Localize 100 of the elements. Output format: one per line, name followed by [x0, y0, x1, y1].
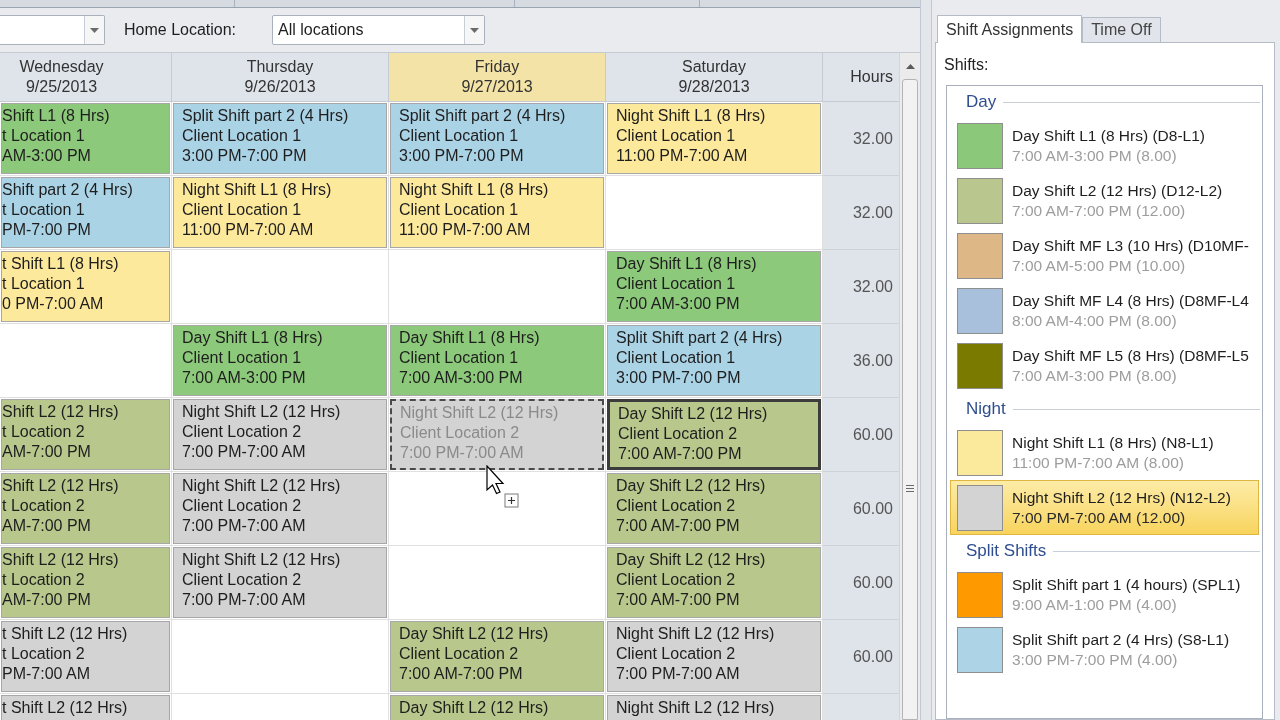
shift-block[interactable]: Split Shift part 2 (4 Hrs) Client Location 1 3:00 PM-7:00 PM — [390, 103, 604, 174]
shift-block[interactable]: t Shift L2 (12 Hrs) t Location 2 PM-7:00 AM — [1, 621, 170, 692]
shift-type-item[interactable]: Day Shift MF L4 (8 Hrs) (D8MF-L4 8:00 AM-4:00 PM (8.00) — [950, 283, 1259, 338]
shift-type-item[interactable]: Day Shift MF L3 (10 Hrs) (D10MF- 7:00 AM-5:00 PM (10.00) — [950, 228, 1259, 283]
shift-type-name: Day Shift MF L4 (8 Hrs) (D8MF-L4 — [1012, 290, 1249, 311]
shift-block[interactable]: Night Shift L1 (8 Hrs) Client Location 1 11:00 PM-7:00 AM — [607, 103, 821, 174]
shift-location: Client Location 2 — [618, 424, 738, 444]
shift-title: Shift L2 (12 Hrs) — [2, 476, 119, 496]
shift-block[interactable]: Night Shift L2 (12 Hrs) Client Location 2 7:00 PM-7:00 AM — [173, 399, 387, 470]
shift-block[interactable]: Day Shift L2 (12 Hrs) Client Location 2 7:00 AM-7:00 PM — [390, 621, 604, 692]
shift-title: Day Shift L1 (8 Hrs) — [616, 254, 757, 274]
shift-location: Client Location 1 — [399, 200, 519, 220]
shift-title: Day Shift L2 (12 Hrs) — [616, 550, 766, 570]
shift-type-item[interactable]: Night Shift L2 (12 Hrs) (N12-L2) 7:00 PM-7:00 AM (12.00) — [950, 480, 1259, 535]
shift-block[interactable]: Shift L2 (12 Hrs) t Location 2 AM-7:00 PM — [1, 547, 170, 618]
caret-icon — [90, 27, 99, 33]
shift-block[interactable]: Night Shift L2 (12 Hrs) Client Location 2 7:00 PM-7:00 AM — [607, 621, 821, 692]
shift-location: Client Location 1 — [182, 200, 302, 220]
shift-type-name: Split Shift part 2 (4 Hrs) (S8-L1) — [1012, 629, 1230, 650]
shift-title: Night Shift L1 (8 Hrs) — [616, 106, 766, 126]
day-name: Friday — [474, 57, 520, 77]
hours-cell: 32.00 — [823, 176, 899, 250]
filter-dropdown[interactable] — [0, 15, 105, 45]
shift-type-time: 7:00 PM-7:00 AM (12.00) — [1012, 507, 1187, 528]
shift-type-time: 11:00 PM-7:00 AM (8.00) — [1012, 452, 1186, 473]
shift-type-item[interactable]: Night Shift L1 (8 Hrs) (N8-L1) 11:00 PM-7:00 AM (8.00) — [950, 425, 1259, 480]
shift-time: 7:00 AM-3:00 PM — [399, 368, 523, 388]
shift-location: Client Location 1 — [616, 126, 736, 146]
shift-type-item[interactable]: Day Shift L2 (12 Hrs) (D12-L2) 7:00 AM-7:00 PM (12.00) — [950, 173, 1259, 228]
shift-title: Night Shift L2 (12 Hrs) — [616, 624, 775, 644]
shift-block[interactable]: Day Shift L2 (12 Hrs) Client Location 2 7:00 AM-7:00 PM — [607, 473, 821, 544]
shift-time: AM-7:00 PM — [2, 442, 91, 462]
day-name: Saturday — [681, 57, 746, 77]
scrollbar-thumb[interactable] — [902, 79, 918, 720]
grip-icon — [906, 485, 914, 492]
shift-time: 7:00 AM-7:00 PM — [618, 444, 742, 464]
day-date: 9/26/2013 — [244, 77, 316, 97]
group-title: Split Shifts — [966, 540, 1047, 563]
shift-type-item[interactable]: Split Shift part 2 (4 Hrs) (S8-L1) 3:00 PM-7:00 PM (4.00) — [950, 622, 1259, 677]
day-date: 9/25/2013 — [25, 77, 98, 97]
day-date: 9/28/2013 — [678, 77, 750, 97]
shift-title: Shift L2 (12 Hrs) — [2, 402, 119, 422]
shift-block[interactable]: Day Shift L2 (12 Hrs) — [390, 695, 604, 720]
shift-block[interactable]: Night Shift L1 (8 Hrs) Client Location 1 11:00 PM-7:00 AM — [390, 177, 604, 248]
group-title: Day — [966, 91, 997, 114]
shift-block[interactable]: Split Shift part 2 (4 Hrs) Client Location 1 3:00 PM-7:00 PM — [607, 325, 821, 396]
location-dropdown[interactable]: All locations — [272, 15, 486, 45]
shift-title: Day Shift L2 (12 Hrs) — [399, 698, 549, 718]
shift-block[interactable]: Night Shift L2 (12 Hrs) — [607, 695, 821, 720]
shift-time: 7:00 AM-3:00 PM — [182, 368, 306, 388]
shift-block[interactable]: Day Shift L2 (12 Hrs) Client Location 2 7:00 AM-7:00 PM — [607, 547, 821, 618]
shift-type-time: 9:00 AM-1:00 PM (4.00) — [1012, 594, 1178, 615]
shift-location: Client Location 2 — [182, 496, 302, 516]
shift-block[interactable]: t Shift L2 (12 Hrs) — [1, 695, 170, 720]
shift-time: 11:00 PM-7:00 AM — [399, 220, 531, 240]
shift-title: Day Shift L2 (12 Hrs) — [399, 624, 549, 644]
shift-title: Split Shift part 2 (4 Hrs) — [182, 106, 349, 126]
shift-block[interactable]: t Shift L1 (8 Hrs) t Location 1 0 PM-7:00 AM — [1, 251, 170, 322]
shift-time: AM-7:00 PM — [2, 590, 91, 610]
shift-title: Shift L2 (12 Hrs) — [2, 550, 119, 570]
shift-block[interactable]: Shift L2 (12 Hrs) t Location 2 AM-7:00 PM — [1, 399, 170, 470]
shift-location: t Location 1 — [2, 126, 85, 146]
tab[interactable]: Shift Assignments — [937, 15, 1083, 43]
tab[interactable]: Time Off — [1082, 17, 1161, 42]
shift-time: PM-7:00 PM — [2, 220, 91, 240]
day-name: Thursday — [246, 57, 314, 77]
hours-header: Hours — [823, 53, 899, 101]
shift-block[interactable]: Split Shift part 2 (4 Hrs) Client Location 1 3:00 PM-7:00 PM — [173, 103, 387, 174]
shift-type-item[interactable]: Split Shift part 1 (4 hours) (SPL1) 9:00 AM-1:00 PM (4.00) — [950, 567, 1259, 622]
shift-type-time: 7:00 AM-3:00 PM (8.00) — [1012, 145, 1178, 166]
shift-type-name: Day Shift L2 (12 Hrs) (D12-L2) — [1012, 180, 1223, 201]
shift-block[interactable]: Shift L2 (12 Hrs) t Location 2 AM-7:00 PM — [1, 473, 170, 544]
shift-type-name: Day Shift MF L3 (10 Hrs) (D10MF- — [1012, 235, 1249, 256]
shift-block[interactable]: Day Shift L1 (8 Hrs) Client Location 1 7:00 AM-3:00 PM — [390, 325, 604, 396]
shift-location: t Location 2 — [2, 644, 85, 664]
shift-type-time: 3:00 PM-7:00 PM (4.00) — [1012, 649, 1179, 670]
hours-cell: 32.00 — [823, 102, 899, 176]
shift-type-name: Day Shift MF L5 (8 Hrs) (D8MF-L5 — [1012, 345, 1249, 366]
shift-title: Night Shift L2 (12 Hrs) — [616, 698, 775, 718]
shift-block[interactable]: Night Shift L2 (12 Hrs) Client Location 2 7:00 PM-7:00 AM — [173, 547, 387, 618]
shift-time: 7:00 AM-3:00 PM — [616, 294, 740, 314]
shift-block[interactable]: Day Shift L1 (8 Hrs) Client Location 1 7:00 AM-3:00 PM — [173, 325, 387, 396]
shift-time: AM-7:00 PM — [2, 516, 91, 536]
shift-block[interactable]: Shift part 2 (4 Hrs) t Location 1 PM-7:00 PM — [1, 177, 170, 248]
shift-time: 7:00 PM-7:00 AM — [182, 516, 306, 536]
shift-title: Night Shift L2 (12 Hrs) — [182, 402, 341, 422]
shift-type-item[interactable]: Day Shift L1 (8 Hrs) (D8-L1) 7:00 AM-3:00 PM (8.00) — [950, 118, 1259, 173]
drag-copy-cursor-icon — [486, 465, 520, 509]
day-date: 9/27/2013 — [461, 77, 533, 97]
shift-block[interactable]: Night Shift L1 (8 Hrs) Client Location 1 11:00 PM-7:00 AM — [173, 177, 387, 248]
shift-block[interactable]: Shift L1 (8 Hrs) t Location 1 AM-3:00 PM — [1, 103, 170, 174]
shift-block[interactable]: Night Shift L2 (12 Hrs) Client Location 2 7:00 PM-7:00 AM — [173, 473, 387, 544]
shift-time: 7:00 PM-7:00 AM — [616, 664, 740, 684]
shift-block[interactable]: Day Shift L2 (12 Hrs) Client Location 2 7:00 AM-7:00 PM — [607, 399, 821, 470]
shift-time: 7:00 AM-7:00 PM — [399, 664, 523, 684]
shift-location: Client Location 2 — [182, 570, 302, 590]
shift-title: Split Shift part 2 (4 Hrs) — [616, 328, 783, 348]
shift-time: 7:00 AM-7:00 PM — [616, 516, 740, 536]
shift-block[interactable]: Day Shift L1 (8 Hrs) Client Location 1 7:00 AM-3:00 PM — [607, 251, 821, 322]
shift-type-item[interactable]: Day Shift MF L5 (8 Hrs) (D8MF-L5 7:00 AM-3:00 PM (8.00) — [950, 338, 1259, 393]
